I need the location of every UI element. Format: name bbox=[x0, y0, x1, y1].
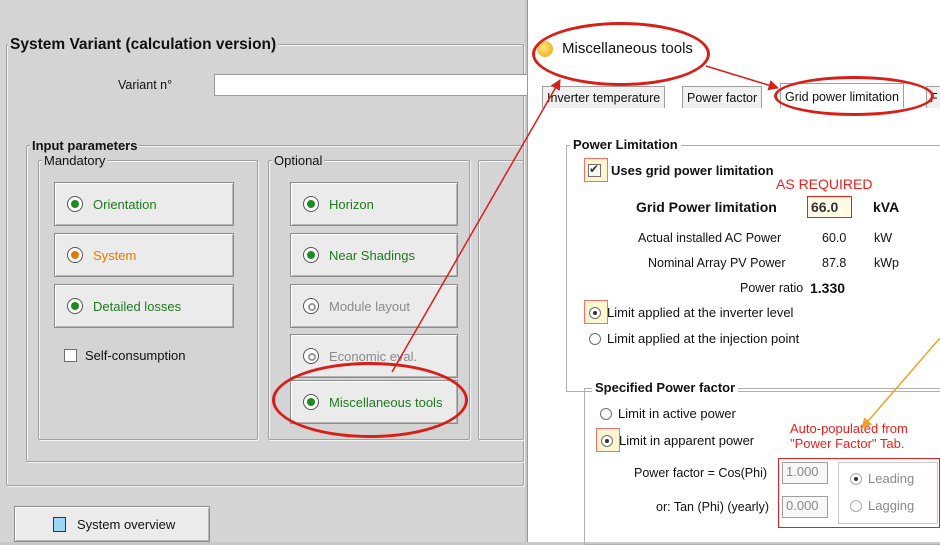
orange-arrow-to-auto-populated bbox=[861, 337, 940, 429]
arrow-to-title bbox=[391, 79, 561, 373]
annotation-arrows-layer bbox=[391, 65, 940, 429]
arrow-to-tab bbox=[705, 65, 780, 91]
